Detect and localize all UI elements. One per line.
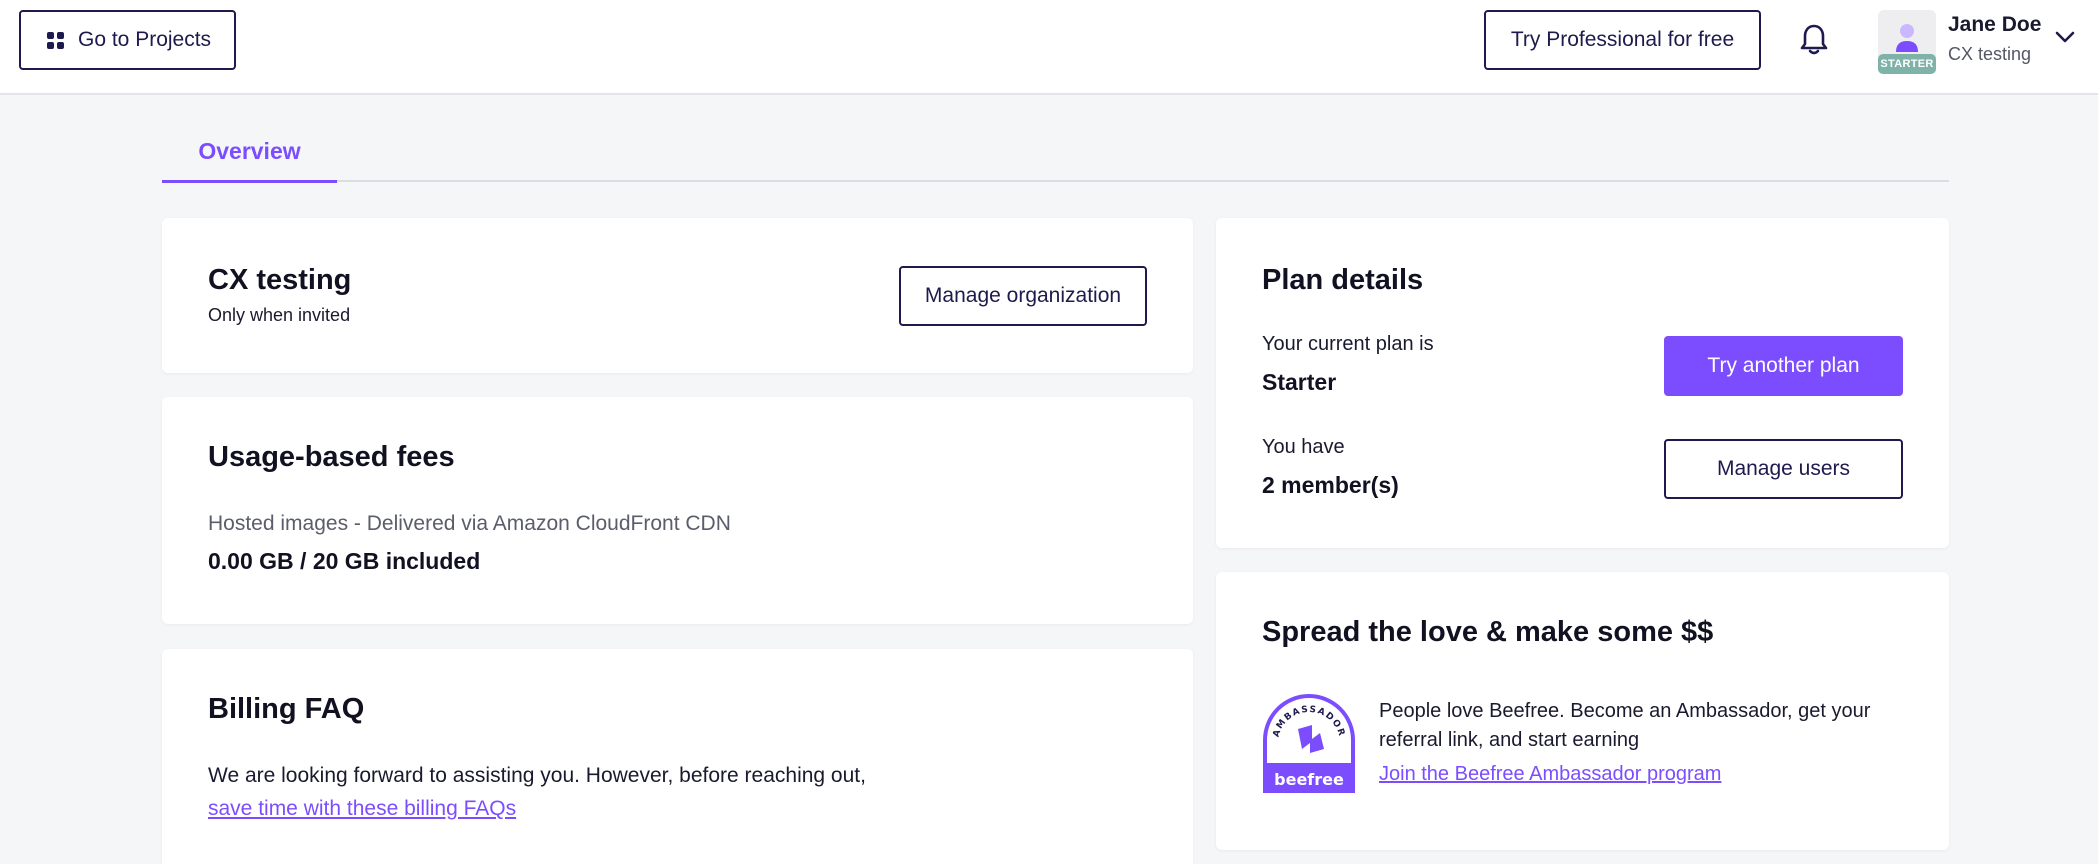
tabs-divider bbox=[162, 180, 1949, 182]
hosted-images-usage: 0.00 GB / 20 GB included bbox=[208, 548, 481, 574]
usage-fees-title: Usage-based fees bbox=[208, 441, 455, 473]
current-plan-label: Your current plan is bbox=[1262, 333, 1434, 355]
user-name: Jane Doe bbox=[1948, 13, 2042, 36]
try-professional-button[interactable]: Try Professional for free bbox=[1484, 10, 1761, 70]
grid-icon bbox=[47, 31, 64, 49]
try-another-plan-button[interactable]: Try another plan bbox=[1664, 336, 1903, 396]
billing-faq-text: We are looking forward to assisting you.… bbox=[208, 764, 866, 787]
plan-details-card: Plan details Your current plan is Starte… bbox=[1216, 218, 1949, 548]
manage-organization-button[interactable]: Manage organization bbox=[899, 266, 1147, 326]
usage-fees-card: Usage-based fees Hosted images - Deliver… bbox=[162, 397, 1193, 624]
ambassador-text-line1: People love Beefree. Become an Ambassado… bbox=[1379, 700, 1871, 722]
user-org: CX testing bbox=[1948, 44, 2032, 64]
ambassador-title: Spread the love & make some $$ bbox=[1262, 616, 1714, 648]
chevron-down-icon[interactable] bbox=[2054, 30, 2076, 49]
ambassador-badge-icon: AMBASSADOR beefree bbox=[1262, 693, 1356, 795]
ambassador-text-line2: referral link, and start earning bbox=[1379, 729, 1640, 751]
current-plan-value: Starter bbox=[1262, 369, 1337, 395]
avatar[interactable]: STARTER bbox=[1878, 10, 1936, 74]
go-to-projects-button[interactable]: Go to Projects bbox=[19, 10, 236, 70]
members-label: You have bbox=[1262, 436, 1345, 458]
organization-title: CX testing bbox=[208, 264, 352, 296]
billing-faq-link[interactable]: save time with these billing FAQs bbox=[208, 797, 516, 821]
tab-overview[interactable]: Overview bbox=[162, 130, 337, 183]
organization-card: CX testing Only when invited Manage orga… bbox=[162, 218, 1193, 373]
manage-users-button[interactable]: Manage users bbox=[1664, 439, 1903, 499]
go-to-projects-label: Go to Projects bbox=[78, 28, 212, 51]
billing-faq-card: Billing FAQ We are looking forward to as… bbox=[162, 649, 1193, 864]
top-header: Go to Projects Try Professional for free… bbox=[0, 0, 2098, 95]
plan-badge: STARTER bbox=[1878, 54, 1936, 74]
bell-icon[interactable] bbox=[1798, 22, 1830, 58]
hosted-images-label: Hosted images - Delivered via Amazon Clo… bbox=[208, 512, 731, 535]
ambassador-program-link[interactable]: Join the Beefree Ambassador program bbox=[1379, 763, 1721, 786]
ambassador-card: Spread the love & make some $$ AMBASSADO… bbox=[1216, 572, 1949, 850]
billing-faq-title: Billing FAQ bbox=[208, 693, 365, 725]
organization-visibility: Only when invited bbox=[208, 305, 351, 325]
avatar-icon bbox=[1896, 24, 1918, 52]
svg-text:beefree: beefree bbox=[1274, 770, 1344, 789]
plan-details-title: Plan details bbox=[1262, 264, 1424, 296]
members-value: 2 member(s) bbox=[1262, 472, 1399, 498]
